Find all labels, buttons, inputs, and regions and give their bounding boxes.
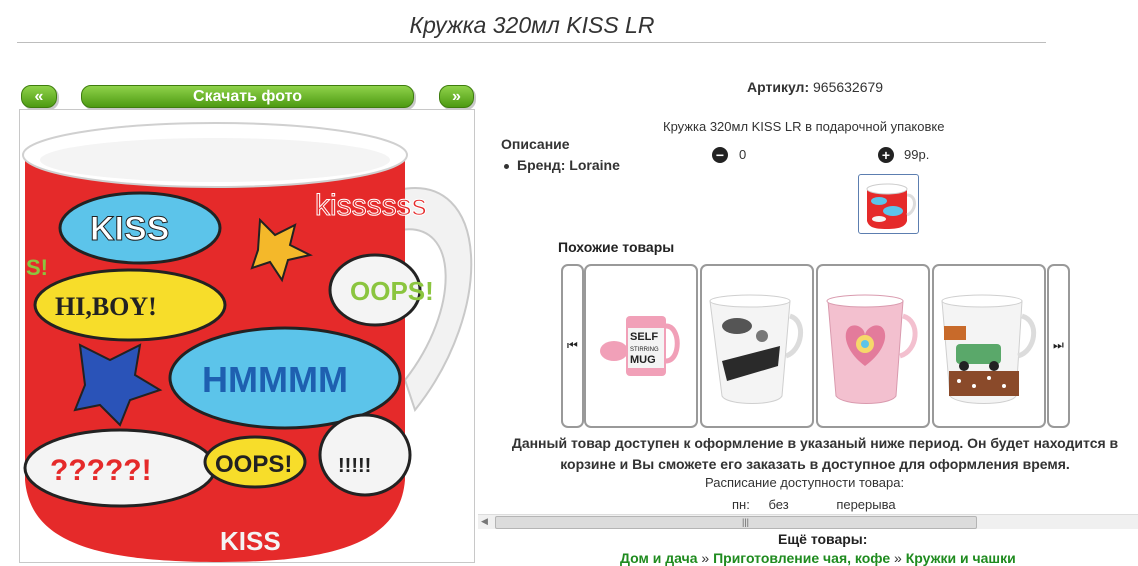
brand-item: Бренд: Loraine (504, 157, 620, 173)
similar-next-button[interactable]: ⏭ (1047, 264, 1070, 428)
photo-text-questions: ?????! (50, 454, 152, 487)
svg-text:STIRRING: STIRRING (630, 347, 659, 353)
more-products-heading: Ещё товары: (778, 531, 868, 547)
self-stirring-mug-image: SELF STIRRING MUG (600, 316, 680, 376)
similar-item-1[interactable]: SELF STIRRING MUG (584, 264, 698, 428)
description-heading: Описание (501, 136, 570, 152)
grip-icon: ||| (742, 517, 750, 527)
minus-icon[interactable]: − (712, 147, 728, 163)
article-label: Артикул: (747, 79, 810, 95)
schedule-day: пн: (732, 497, 750, 512)
similar-item-3[interactable] (816, 264, 930, 428)
photo-text-exclaim: !!!!! (338, 455, 371, 477)
bullet-icon (504, 163, 509, 169)
svg-text:SELF: SELF (630, 331, 658, 343)
photo-text-hmmmm: HMMMM (202, 359, 348, 400)
car-mug-image (941, 294, 1037, 404)
schedule-label: Расписание доступности товара: (705, 475, 905, 490)
article-value: 965632679 (813, 79, 884, 95)
photo-text-hiboy: HI,BOY! (55, 292, 157, 321)
photo-text-kiss: KISS (90, 210, 169, 248)
download-photo-button[interactable]: Скачать фото (81, 85, 414, 108)
similar-item-4[interactable] (932, 264, 1046, 428)
thumbnail-image (866, 183, 916, 229)
similar-prev-button[interactable]: ⏮ (561, 264, 584, 428)
photo-next-button[interactable]: » (439, 85, 474, 108)
availability-notice: Данный товар доступен к оформление в ука… (511, 435, 1119, 472)
product-thumbnail[interactable] (858, 174, 919, 234)
svg-text:MUG: MUG (630, 354, 656, 366)
similar-heading: Похожие товары (558, 239, 675, 255)
heart-mug-image (826, 294, 918, 404)
photo-text-kissss: kissssss (315, 189, 427, 222)
title-divider (17, 42, 1046, 43)
schedule-word-2: перерыва (836, 497, 896, 512)
price-value: 99р. (904, 147, 930, 162)
skip-forward-icon: ⏭ (1053, 338, 1064, 352)
plus-icon[interactable]: + (878, 147, 894, 163)
scroll-left-icon[interactable]: ◀ (481, 516, 488, 527)
product-description: Кружка 320мл KISS LR в подарочной упаков… (663, 119, 945, 134)
similar-item-2[interactable] (700, 264, 814, 428)
quantity-value: 0 (739, 147, 747, 162)
fashion-mug-image (709, 294, 804, 404)
brand-label: Бренд: Loraine (517, 157, 620, 173)
schedule-word-1: без (768, 497, 789, 512)
photo-text-kiss-bottom: KISS (220, 526, 281, 556)
article-line: Артикул: 965632679 (747, 79, 883, 95)
mug-illustration: KISS kissssss HI,BOY! OOPS! HMMMM ?????!… (22, 122, 473, 562)
schedule-row: пн: без перерыва (732, 497, 896, 512)
page-title: Кружка 320мл KISS LR (409, 12, 655, 38)
product-photo: KISS kissssss HI,BOY! OOPS! HMMMM ?????!… (19, 109, 475, 563)
photo-text-oops-top: OOPS! (350, 276, 434, 306)
skip-back-icon: ⏮ (567, 338, 578, 352)
photo-prev-button[interactable]: « (21, 85, 57, 108)
scrollbar-thumb[interactable]: ||| (495, 516, 977, 529)
photo-text-s: S! (26, 255, 48, 280)
photo-text-oops-bottom: OOPS! (215, 451, 292, 478)
horizontal-scrollbar[interactable]: ◀ ||| (478, 514, 1138, 529)
